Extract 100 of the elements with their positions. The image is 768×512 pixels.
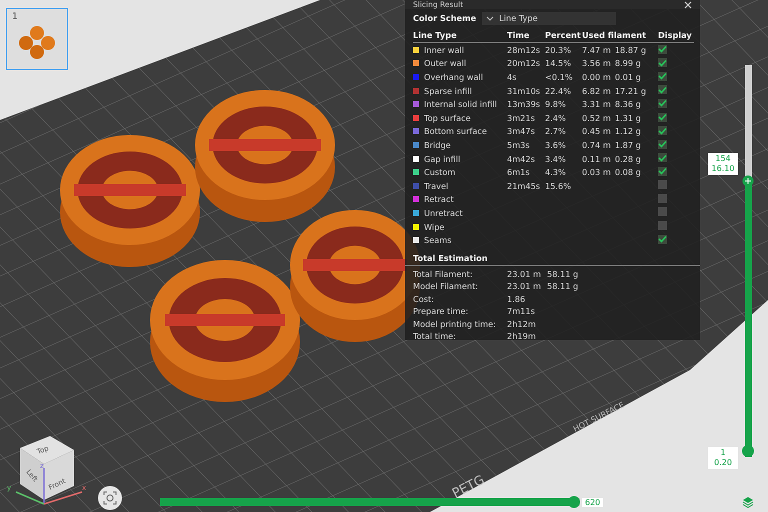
line-type-name: Retract — [424, 194, 454, 204]
percent-value: 2.7% — [545, 126, 566, 136]
estimate-value: 2h12m — [507, 318, 537, 329]
view-cube-drawing[interactable] — [20, 436, 74, 500]
display-checkbox[interactable] — [658, 180, 667, 190]
section-title: Total Estimation — [405, 252, 700, 266]
estimate-value: 2h19m — [507, 331, 537, 342]
percent-value: 4.3% — [545, 167, 566, 178]
filament-weight: 18.87 g — [614, 44, 646, 55]
filament-length: 6.82 m — [582, 86, 611, 96]
filament-length: 0.74 m — [582, 140, 611, 150]
line-type-name: Seams — [424, 235, 452, 246]
line-type-name: Wipe — [424, 222, 444, 232]
percent-value: 20.3% — [545, 44, 572, 55]
display-checkbox[interactable] — [658, 98, 667, 108]
filament-weight: 1.31 g — [614, 112, 641, 123]
line-type-name: Bottom surface — [424, 126, 487, 136]
filament-length: 0.11 m — [582, 154, 611, 164]
time-value: 4m42s — [507, 154, 535, 164]
estimate-value: 23.01 m — [507, 269, 542, 280]
plate-thumbnail[interactable]: 1 — [6, 8, 68, 70]
filament-weight: 0.28 g — [614, 154, 641, 164]
time-value: 5m3s — [507, 140, 530, 150]
move-slider-track[interactable] — [160, 496, 580, 508]
filament-length: 3.56 m — [582, 58, 611, 68]
line-type-name: Sparse infill — [424, 86, 472, 96]
display-checkbox[interactable] — [658, 207, 667, 216]
estimate-value: 7m11s — [507, 306, 536, 316]
display-checkbox[interactable] — [658, 234, 667, 244]
time-value: 13m39s — [507, 99, 540, 110]
filament-weight: 1.87 g — [614, 140, 641, 150]
layer-slider-track[interactable] — [742, 65, 754, 457]
estimate-value: 58.11 g — [547, 281, 580, 292]
display-checkbox[interactable] — [658, 166, 667, 176]
line-type-name: Overhang wall — [424, 72, 484, 82]
estimate-label: Total Filament: — [413, 269, 474, 280]
layer-label: 1 0.20 — [708, 447, 738, 469]
percent-value: 2.4% — [545, 112, 566, 123]
display-checkbox[interactable] — [658, 194, 667, 203]
plate-number: 1 — [12, 12, 18, 22]
line-type-name: Unretract — [424, 208, 463, 218]
filament-length: 0.45 m — [582, 126, 611, 136]
estimate-label: Cost: — [413, 294, 435, 304]
filament-weight: 0.01 g — [614, 72, 641, 82]
display-checkbox[interactable] — [658, 153, 667, 162]
time-value: 31m10s — [507, 86, 540, 96]
column-header: Time — [507, 30, 530, 40]
filament-length: 0.03 m — [582, 167, 611, 178]
time-value: 3m21s — [507, 112, 535, 123]
bottom-layer-handle[interactable] — [742, 445, 754, 457]
estimate-label: Model printing time: — [413, 318, 497, 329]
move-value: 620 — [582, 498, 604, 507]
percent-value: 3.6% — [545, 140, 566, 150]
display-checkbox[interactable] — [658, 112, 667, 122]
estimate-value: 58.11 g — [547, 269, 580, 280]
display-checkbox[interactable] — [658, 85, 667, 94]
filament-length: 3.31 m — [582, 99, 611, 110]
filament-weight: 1.12 g — [614, 126, 641, 136]
display-checkbox[interactable] — [658, 72, 667, 81]
estimate-value: 23.01 m — [507, 281, 542, 292]
estimate-value: 1.86 — [507, 294, 526, 304]
percent-value: 22.4% — [545, 86, 572, 96]
display-checkbox[interactable] — [658, 126, 667, 136]
filament-weight: 8.36 g — [614, 99, 641, 110]
percent-value: <0.1% — [545, 72, 573, 82]
move-slider-handle[interactable] — [568, 496, 580, 508]
display-checkbox[interactable] — [658, 58, 667, 68]
line-type-name: Custom — [424, 167, 456, 178]
time-value: 21m45s — [507, 180, 540, 191]
time-value: 28m12s — [507, 44, 540, 55]
time-value: 4s — [507, 72, 516, 82]
filament-length: 7.47 m — [582, 44, 611, 55]
axes-drawing — [16, 468, 82, 505]
line-type-name: Top surface — [424, 112, 471, 123]
filament-weight: 17.21 g — [614, 86, 646, 96]
line-type-name: Travel — [424, 180, 448, 191]
time-value: 20m12s — [507, 58, 540, 68]
display-checkbox[interactable] — [658, 140, 667, 149]
column-header: Percent — [545, 30, 582, 40]
column-header: Line Type — [413, 30, 458, 40]
layer-label: 154 16.10 — [708, 153, 738, 176]
line-type-name: Gap infill — [424, 154, 460, 164]
line-type-name: Outer wall — [424, 58, 466, 68]
close-icon[interactable] — [684, 0, 692, 8]
time-value: 3m47s — [507, 126, 535, 136]
color-scheme-dropdown[interactable]: Line Type — [482, 12, 616, 24]
display-checkbox[interactable] — [658, 44, 667, 54]
time-value: 6m1s — [507, 167, 530, 178]
display-checkbox[interactable] — [658, 221, 667, 230]
layers-icon[interactable] — [742, 496, 754, 508]
estimate-label: Prepare time: — [413, 306, 470, 316]
line-type-name: Internal solid infill — [424, 99, 497, 110]
color-scheme-label: Color Scheme — [413, 13, 476, 23]
focus-icon — [103, 491, 117, 505]
percent-value: 3.4% — [545, 154, 566, 164]
model-thumbnail-icon — [17, 25, 57, 61]
filament-weight: 0.08 g — [614, 167, 641, 178]
line-type-name: Inner wall — [424, 44, 464, 55]
top-layer-handle[interactable] — [742, 175, 754, 188]
percent-value: 15.6% — [545, 180, 572, 191]
